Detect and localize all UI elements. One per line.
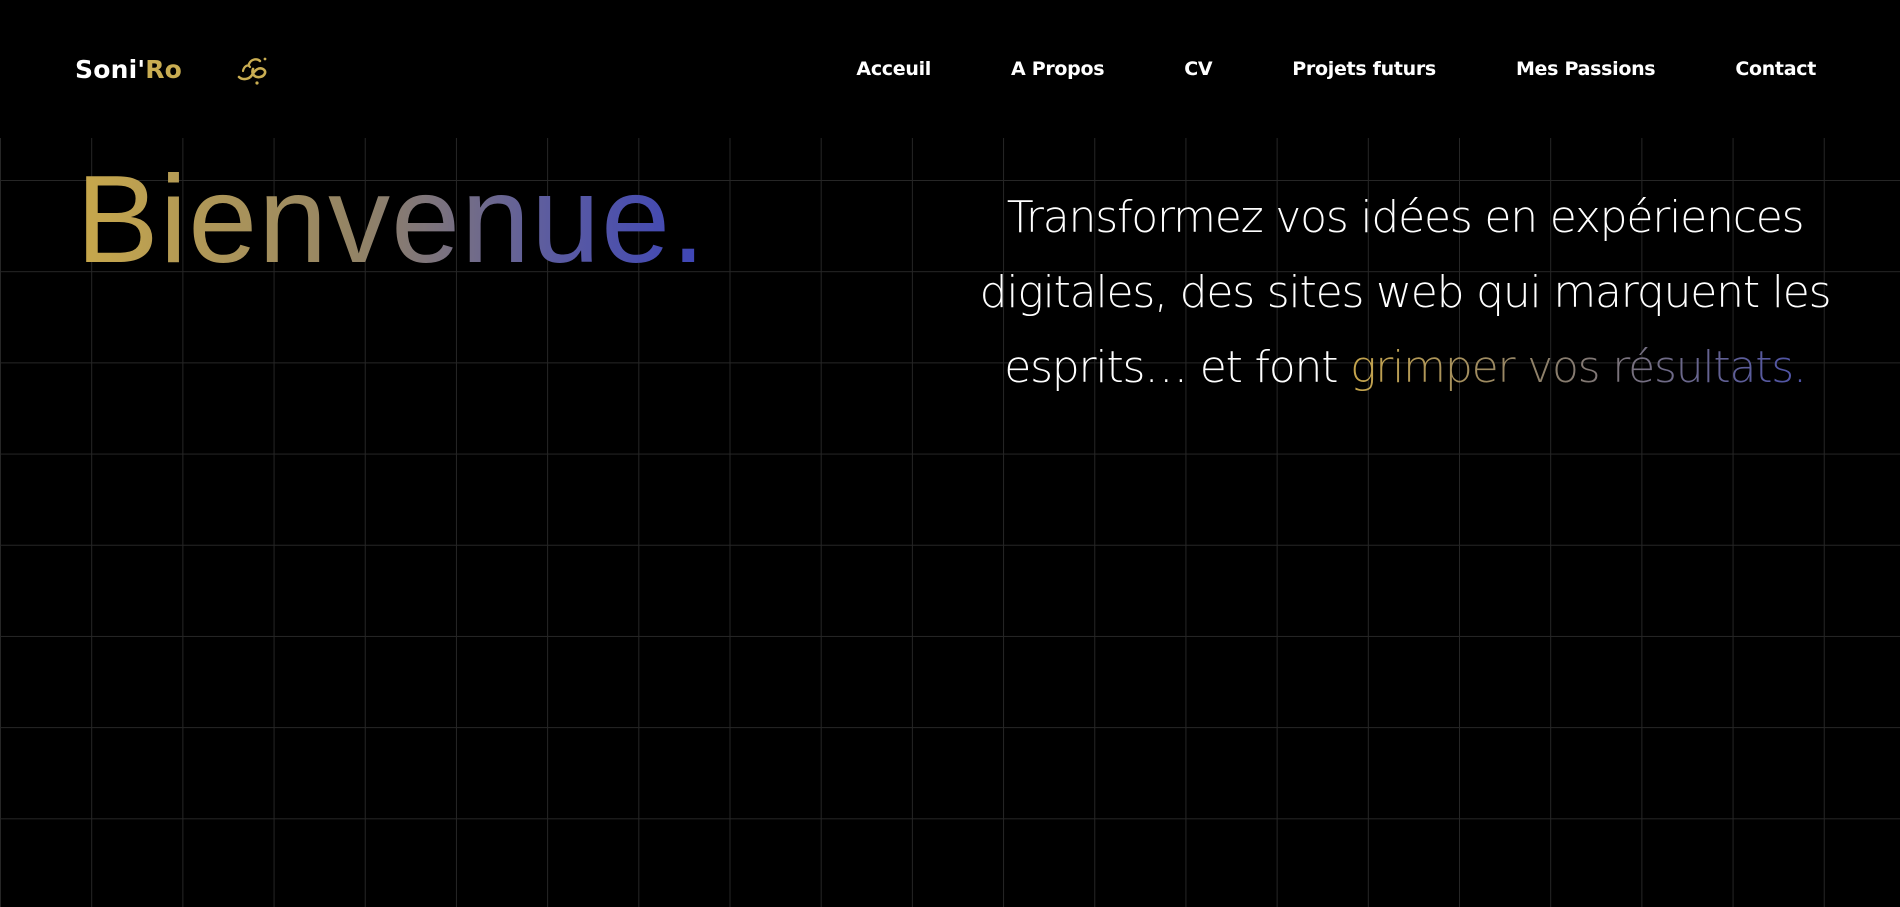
nav-item-projets-futurs[interactable]: Projets futurs xyxy=(1292,53,1436,85)
brand-name-part2: Ro xyxy=(145,55,183,84)
nav-item-acceuil[interactable]: Acceuil xyxy=(856,53,931,85)
top-navigation-bar: Soni'Ro Acceuil A Propos CV Projets futu… xyxy=(0,0,1900,138)
nav-item-contact[interactable]: Contact xyxy=(1735,53,1816,85)
nav-item-mes-passions[interactable]: Mes Passions xyxy=(1516,53,1656,85)
main-navigation: Acceuil A Propos CV Projets futurs Mes P… xyxy=(856,53,1816,85)
hero-tagline-accent: grimper vos résultats. xyxy=(1350,342,1807,393)
hero-title: Bienvenue. xyxy=(76,151,707,289)
hero-tagline: Transformez vos idées en expériences dig… xyxy=(960,180,1850,405)
brand-name-part1: Soni' xyxy=(75,55,146,84)
brand-logo-link[interactable]: Soni'Ro xyxy=(75,50,182,90)
nav-item-a-propos[interactable]: A Propos xyxy=(1011,53,1105,85)
nav-item-cv[interactable]: CV xyxy=(1184,53,1212,85)
calligraphy-logo-icon xyxy=(234,50,272,88)
brand-name: Soni'Ro xyxy=(75,50,182,90)
